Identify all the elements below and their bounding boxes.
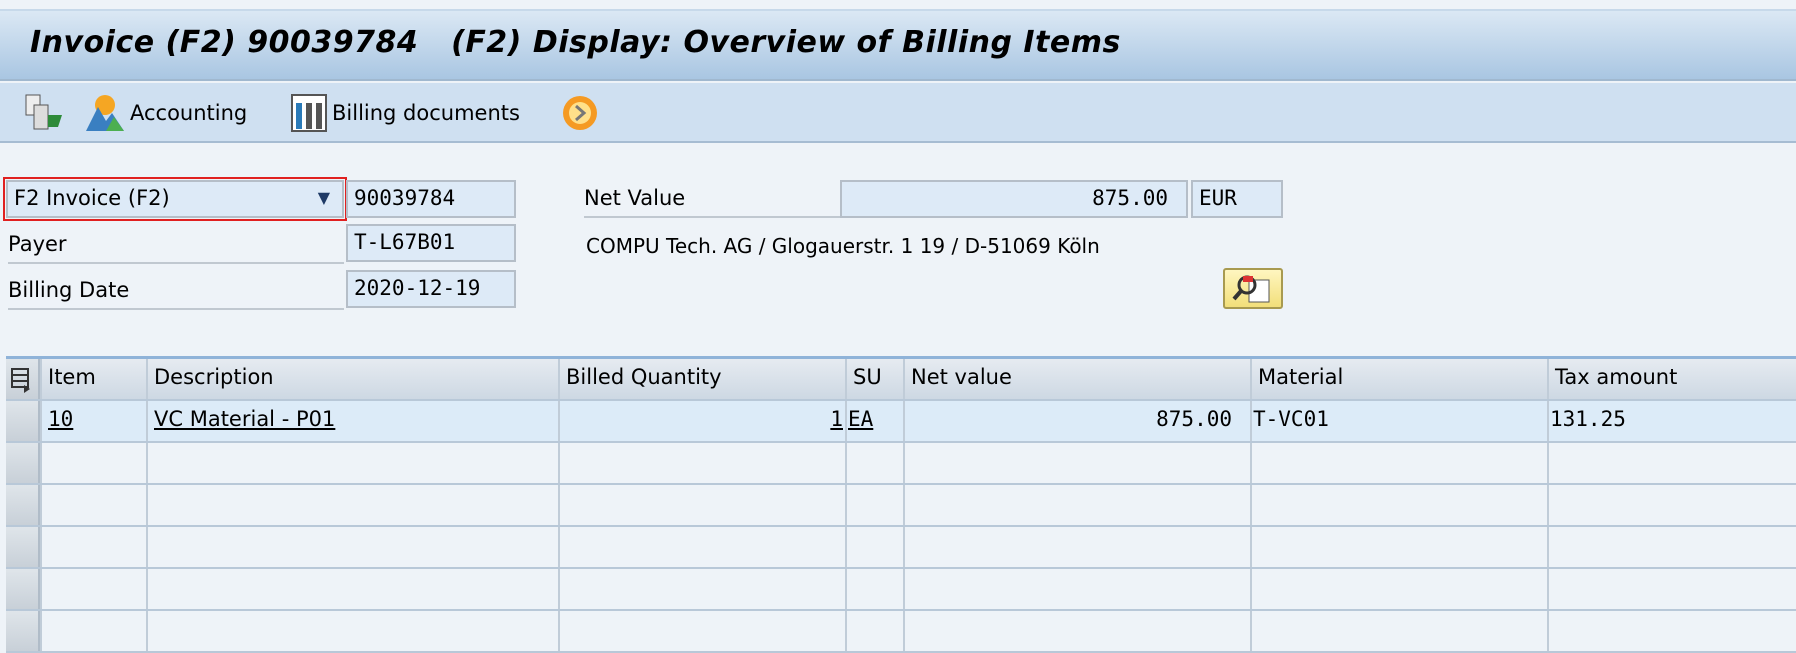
- billing-documents-icon: [291, 94, 327, 132]
- table-row-empty[interactable]: [6, 569, 1796, 611]
- application-toolbar: Accounting Billing documents: [0, 83, 1796, 143]
- empty-cell[interactable]: [1547, 569, 1796, 609]
- payer-field[interactable]: T-L67B01: [346, 224, 516, 262]
- table-row-empty[interactable]: [6, 485, 1796, 527]
- empty-cell[interactable]: [845, 485, 903, 525]
- empty-cell[interactable]: [40, 485, 146, 525]
- empty-cell[interactable]: [1547, 443, 1796, 483]
- tax-amount-cell: 131.25: [1547, 401, 1796, 441]
- billing-type-dropdown[interactable]: F2 Invoice (F2) ▼: [3, 177, 347, 221]
- empty-cell[interactable]: [1250, 443, 1547, 483]
- title-bar: Invoice (F2) 90039784 (F2) Display: Over…: [0, 9, 1796, 81]
- empty-cell[interactable]: [146, 527, 558, 567]
- chevron-down-icon[interactable]: ▼: [318, 188, 330, 207]
- empty-cell[interactable]: [558, 611, 845, 651]
- services-button[interactable]: [560, 93, 600, 133]
- empty-cell[interactable]: [146, 569, 558, 609]
- billing-type-value: F2 Invoice (F2): [14, 186, 170, 210]
- column-header-tax-amount[interactable]: Tax amount: [1547, 359, 1796, 399]
- table-row-empty[interactable]: [6, 443, 1796, 485]
- net-value-label: Net Value: [584, 180, 840, 218]
- empty-cell[interactable]: [1547, 611, 1796, 651]
- empty-cell[interactable]: [903, 443, 1250, 483]
- billing-document-number-field[interactable]: 90039784: [346, 180, 516, 218]
- empty-cell[interactable]: [1250, 569, 1547, 609]
- document-flow-button[interactable]: [22, 93, 66, 133]
- row-selector[interactable]: [6, 485, 40, 525]
- services-icon: [563, 96, 597, 130]
- description-link[interactable]: VC Material - P01: [154, 407, 335, 431]
- billing-documents-button[interactable]: Billing documents: [290, 93, 520, 133]
- row-selector[interactable]: [6, 527, 40, 567]
- column-settings-button[interactable]: [6, 359, 40, 399]
- empty-cell[interactable]: [1250, 527, 1547, 567]
- empty-cell[interactable]: [146, 485, 558, 525]
- billing-date-label: Billing Date: [8, 272, 344, 310]
- accounting-icon: [86, 95, 124, 131]
- su-link[interactable]: EA: [848, 407, 873, 431]
- empty-cell[interactable]: [845, 527, 903, 567]
- empty-cell[interactable]: [40, 443, 146, 483]
- empty-cell[interactable]: [903, 611, 1250, 651]
- header-details-button[interactable]: [1223, 268, 1283, 309]
- column-header-billed-quantity[interactable]: Billed Quantity: [558, 359, 845, 399]
- empty-cell[interactable]: [845, 611, 903, 651]
- empty-cell[interactable]: [1547, 485, 1796, 525]
- table-settings-icon: [11, 368, 30, 393]
- empty-cell[interactable]: [845, 569, 903, 609]
- material-cell: T-VC01: [1250, 401, 1547, 441]
- currency-field[interactable]: EUR: [1191, 180, 1283, 218]
- empty-cell[interactable]: [903, 527, 1250, 567]
- row-selector[interactable]: [6, 569, 40, 609]
- row-selector[interactable]: [6, 611, 40, 651]
- table-row-empty[interactable]: [6, 611, 1796, 653]
- empty-cell[interactable]: [1250, 485, 1547, 525]
- net-value-field[interactable]: 875.00: [840, 180, 1188, 218]
- page-title: Invoice (F2) 90039784 (F2) Display: Over…: [30, 25, 1121, 60]
- billing-items-table: Item Description Billed Quantity SU Net …: [6, 356, 1796, 653]
- empty-cell[interactable]: [903, 485, 1250, 525]
- row-selector[interactable]: [6, 443, 40, 483]
- accounting-button[interactable]: Accounting: [84, 93, 247, 133]
- magnifier-icon: [1232, 275, 1270, 303]
- empty-cell[interactable]: [40, 611, 146, 651]
- item-link[interactable]: 10: [48, 407, 73, 431]
- empty-cell[interactable]: [40, 569, 146, 609]
- table-row-empty[interactable]: [6, 527, 1796, 569]
- column-header-item[interactable]: Item: [40, 359, 146, 399]
- column-header-net-value[interactable]: Net value: [903, 359, 1250, 399]
- billing-date-field[interactable]: 2020-12-19: [346, 270, 516, 308]
- table-row[interactable]: 10 VC Material - P01 1 EA 875.00 T-VC01 …: [6, 401, 1796, 443]
- billing-documents-label: Billing documents: [332, 101, 520, 125]
- empty-cell[interactable]: [146, 611, 558, 651]
- empty-cell[interactable]: [845, 443, 903, 483]
- empty-cell[interactable]: [1250, 611, 1547, 651]
- column-header-description[interactable]: Description: [146, 359, 558, 399]
- empty-cell[interactable]: [146, 443, 558, 483]
- document-flow-icon: [25, 94, 62, 130]
- table-header-row: Item Description Billed Quantity SU Net …: [6, 359, 1796, 401]
- payer-label: Payer: [8, 226, 344, 264]
- row-selector[interactable]: [6, 401, 40, 441]
- net-value-cell: 875.00: [903, 401, 1250, 441]
- empty-cell[interactable]: [558, 527, 845, 567]
- empty-cell[interactable]: [558, 443, 845, 483]
- empty-cell[interactable]: [558, 485, 845, 525]
- empty-cell[interactable]: [40, 527, 146, 567]
- accounting-label: Accounting: [130, 101, 248, 125]
- empty-cell[interactable]: [1547, 527, 1796, 567]
- column-header-material[interactable]: Material: [1250, 359, 1547, 399]
- empty-cell[interactable]: [558, 569, 845, 609]
- payer-address: COMPU Tech. AG / Glogauerstr. 1 19 / D-5…: [586, 234, 1100, 258]
- empty-cell[interactable]: [903, 569, 1250, 609]
- billed-quantity-link[interactable]: 1: [830, 407, 843, 431]
- column-header-su[interactable]: SU: [845, 359, 903, 399]
